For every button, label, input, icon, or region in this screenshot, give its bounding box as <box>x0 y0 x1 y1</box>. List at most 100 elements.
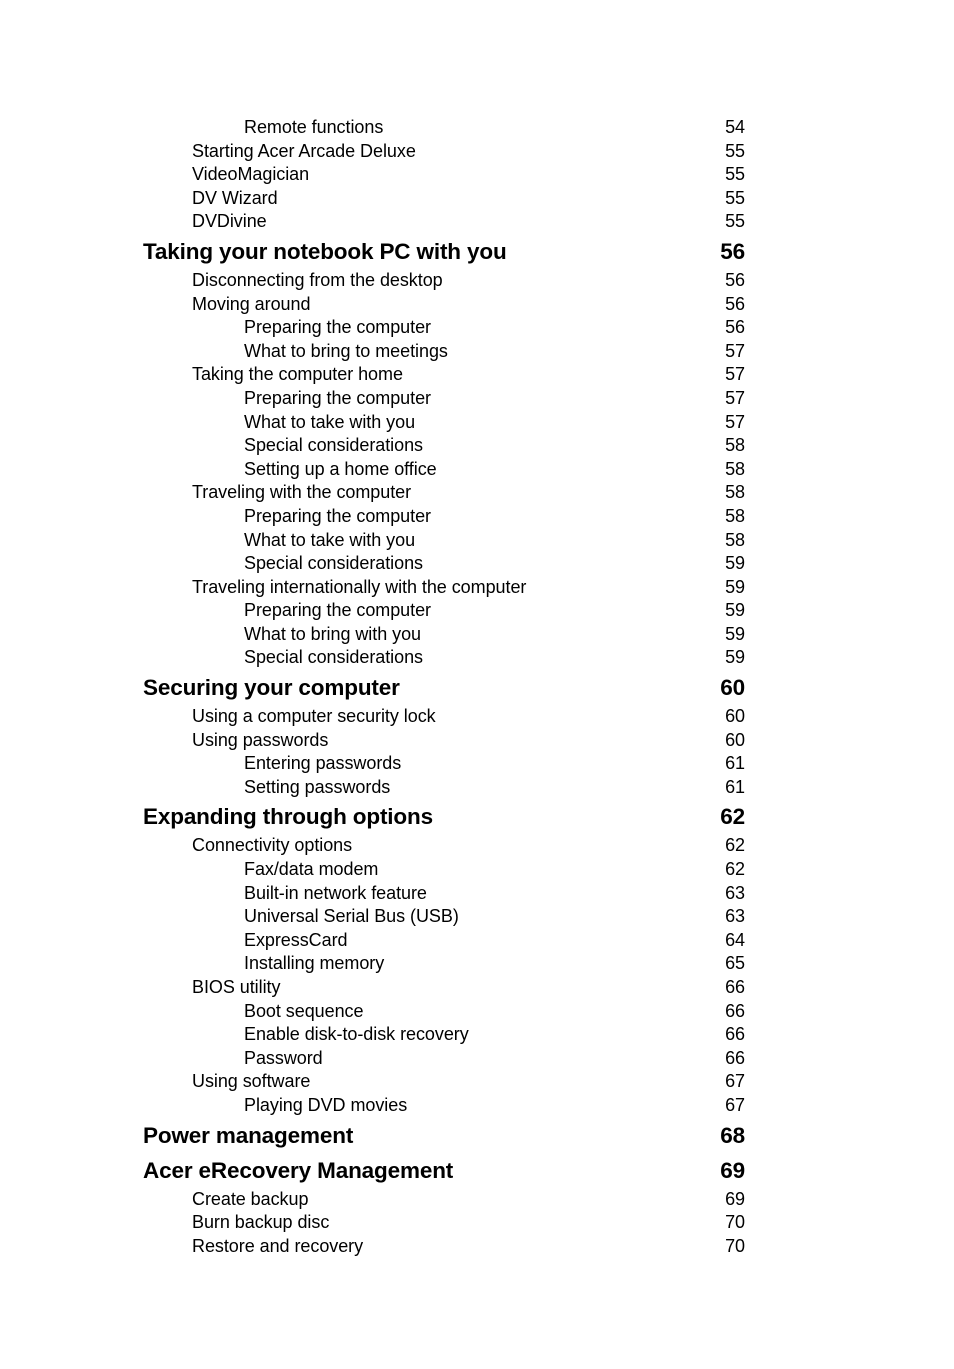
toc-entry[interactable]: What to bring to meetings 57 <box>143 340 745 364</box>
toc-entry-page-number: 59 <box>725 600 745 621</box>
toc-entry[interactable]: What to take with you 58 <box>143 529 745 553</box>
toc-entry-title: Using software <box>192 1071 311 1092</box>
toc-entry-page-number: 62 <box>725 835 745 856</box>
toc-entry-title: What to take with you <box>244 529 416 550</box>
toc-entry-page-number: 62 <box>725 859 745 880</box>
toc-entry-page-number: 59 <box>725 623 745 644</box>
toc-entry[interactable]: Special considerations 58 <box>143 434 745 458</box>
toc-entry[interactable]: Traveling internationally with the compu… <box>143 576 745 600</box>
toc-page: Remote functions 54 Starting Acer Arcade D… <box>0 0 954 1369</box>
toc-entry[interactable]: Connectivity options 62 <box>143 834 745 858</box>
toc-entry-title: Entering passwords <box>244 753 402 774</box>
toc-entry[interactable]: Taking your notebook PC with you 56 <box>143 234 745 269</box>
toc-entry-page-number: 63 <box>725 882 745 903</box>
toc-entry-page-number: 58 <box>725 529 745 550</box>
toc-entry-page-number: 58 <box>725 482 745 503</box>
toc-entry-page-number: 69 <box>725 1188 745 1209</box>
toc-entry[interactable]: Securing your computer 60 <box>143 670 745 705</box>
toc-entry-list: Remote functions 54 Starting Acer Arcade D… <box>143 116 745 1258</box>
toc-entry[interactable]: Setting up a home office 58 <box>143 458 745 482</box>
toc-entry[interactable]: Universal Serial Bus (USB) 63 <box>143 905 745 929</box>
toc-entry-page-number: 58 <box>725 505 745 526</box>
toc-entry-page-number: 61 <box>725 776 745 797</box>
toc-entry[interactable]: Using a computer security lock 60 <box>143 705 745 729</box>
toc-entry-page-number: 55 <box>725 164 745 185</box>
toc-entry-title: Built-in network feature <box>244 882 427 903</box>
toc-entry[interactable]: Installing memory 65 <box>143 952 745 976</box>
toc-entry-title: Starting Acer Arcade Deluxe <box>192 140 416 161</box>
toc-entry-title: Preparing the computer <box>244 387 432 408</box>
toc-entry-title: Expanding through options <box>143 804 433 830</box>
toc-entry-title: What to bring with you <box>244 623 421 644</box>
toc-entry-title: Taking the computer home <box>192 364 403 385</box>
toc-entry-page-number: 56 <box>725 269 745 290</box>
toc-entry-title: Disconnecting from the desktop <box>192 269 443 290</box>
toc-entry[interactable]: Enable disk-to-disk recovery 66 <box>143 1023 745 1047</box>
toc-entry[interactable]: DV Wizard 55 <box>143 187 745 211</box>
toc-entry-title: Connectivity options <box>192 835 353 856</box>
toc-entry-page-number: 67 <box>725 1071 745 1092</box>
toc-entry-page-number: 60 <box>725 729 745 750</box>
toc-entry[interactable]: Using passwords 60 <box>143 729 745 753</box>
toc-entry[interactable]: VideoMagician 55 <box>143 163 745 187</box>
toc-entry-page-number: 60 <box>725 706 745 727</box>
toc-entry[interactable]: Entering passwords 61 <box>143 752 745 776</box>
toc-entry-title: What to bring to meetings <box>244 340 448 361</box>
toc-entry-page-number: 60 <box>720 675 745 701</box>
toc-entry-title: Playing DVD movies <box>244 1094 408 1115</box>
toc-entry[interactable]: Preparing the computer 57 <box>143 387 745 411</box>
toc-entry-title: Preparing the computer <box>244 317 432 338</box>
toc-entry[interactable]: Traveling with the computer 58 <box>143 481 745 505</box>
toc-entry[interactable]: Burn backup disc 70 <box>143 1211 745 1235</box>
toc-entry[interactable]: Special considerations 59 <box>143 552 745 576</box>
toc-entry-title: Restore and recovery <box>192 1235 364 1256</box>
toc-entry[interactable]: Expanding through options 62 <box>143 799 745 834</box>
toc-entry[interactable]: Preparing the computer 59 <box>143 599 745 623</box>
toc-entry[interactable]: Boot sequence 66 <box>143 1000 745 1024</box>
toc-entry-page-number: 62 <box>720 804 745 830</box>
toc-entry-page-number: 63 <box>725 906 745 927</box>
toc-entry[interactable]: Built-in network feature 63 <box>143 882 745 906</box>
toc-entry-title: Using passwords <box>192 729 329 750</box>
toc-entry-title: Password <box>244 1047 323 1068</box>
toc-entry-title: Installing memory <box>244 953 385 974</box>
toc-entry[interactable]: Power management 68 <box>143 1118 745 1153</box>
toc-entry[interactable]: Moving around 56 <box>143 293 745 317</box>
toc-entry-page-number: 57 <box>725 364 745 385</box>
toc-entry[interactable]: DVDivine 55 <box>143 210 745 234</box>
toc-entry[interactable]: Special considerations 59 <box>143 646 745 670</box>
toc-entry-page-number: 65 <box>725 953 745 974</box>
toc-entry[interactable]: Starting Acer Arcade Deluxe 55 <box>143 140 745 164</box>
toc-entry[interactable]: Create backup 69 <box>143 1188 745 1212</box>
toc-entry[interactable]: Playing DVD movies 67 <box>143 1094 745 1118</box>
toc-entry-page-number: 66 <box>725 1024 745 1045</box>
toc-entry[interactable]: Password 66 <box>143 1047 745 1071</box>
toc-entry[interactable]: What to take with you 57 <box>143 411 745 435</box>
toc-entry-page-number: 59 <box>725 647 745 668</box>
toc-entry[interactable]: Setting passwords 61 <box>143 776 745 800</box>
toc-entry[interactable]: Acer eRecovery Management 69 <box>143 1153 745 1188</box>
toc-entry-title: Power management <box>143 1122 354 1148</box>
toc-entry[interactable]: Restore and recovery 70 <box>143 1235 745 1259</box>
toc-entry-title: Taking your notebook PC with you <box>143 238 507 264</box>
toc-entry-page-number: 59 <box>725 553 745 574</box>
toc-entry-title: Boot sequence <box>244 1000 364 1021</box>
toc-entry[interactable]: What to bring with you 59 <box>143 623 745 647</box>
toc-entry[interactable]: Disconnecting from the desktop 56 <box>143 269 745 293</box>
toc-entry-page-number: 59 <box>725 576 745 597</box>
toc-entry[interactable]: BIOS utility 66 <box>143 976 745 1000</box>
toc-entry-page-number: 66 <box>725 1047 745 1068</box>
toc-entry-page-number: 58 <box>725 458 745 479</box>
toc-entry-page-number: 64 <box>725 929 745 950</box>
toc-entry[interactable]: Using software 67 <box>143 1070 745 1094</box>
toc-entry[interactable]: Preparing the computer 56 <box>143 316 745 340</box>
toc-entry[interactable]: Taking the computer home 57 <box>143 363 745 387</box>
toc-entry-title: Special considerations <box>244 647 424 668</box>
toc-entry-title: VideoMagician <box>192 164 310 185</box>
toc-entry[interactable]: Preparing the computer 58 <box>143 505 745 529</box>
toc-entry[interactable]: ExpressCard 64 <box>143 929 745 953</box>
toc-entry[interactable]: Fax/data modem 62 <box>143 858 745 882</box>
toc-entry-title: DV Wizard <box>192 187 278 208</box>
toc-entry-title: Fax/data modem <box>244 859 379 880</box>
toc-entry[interactable]: Remote functions 54 <box>143 116 745 140</box>
